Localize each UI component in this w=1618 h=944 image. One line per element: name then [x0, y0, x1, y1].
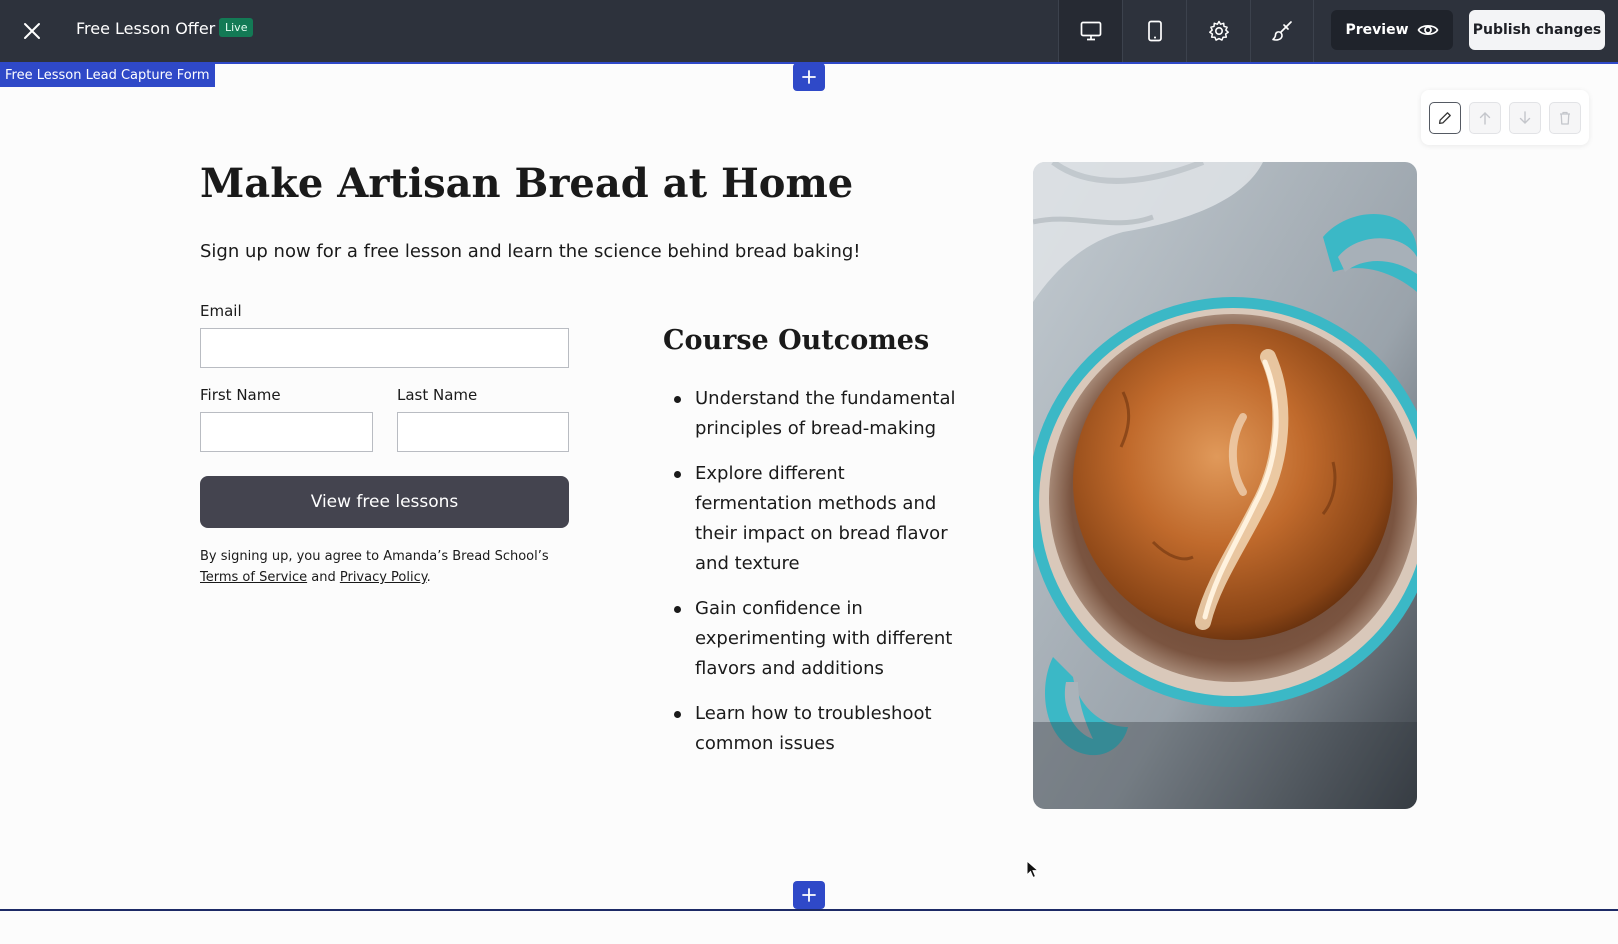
plus-icon [802, 888, 816, 902]
list-item: Gain confidence in experimenting with di… [663, 594, 963, 684]
trash-icon [1560, 111, 1570, 125]
course-outcomes-list: Understand the fundamental principles of… [663, 384, 963, 774]
gear-icon [1208, 20, 1229, 41]
last-name-label: Last Name [397, 386, 478, 404]
move-down-button[interactable] [1509, 102, 1541, 134]
editor-topbar: Free Lesson Offer Live Preview Publish c… [0, 0, 1618, 62]
add-section-below-button[interactable] [793, 881, 825, 909]
mouse-cursor-icon [1026, 860, 1040, 879]
mobile-icon [1147, 20, 1162, 42]
list-item: Explore different fermentation methods a… [663, 459, 963, 579]
desktop-view-button[interactable] [1058, 0, 1122, 62]
close-button[interactable] [18, 17, 46, 45]
arrow-up-icon [1479, 112, 1491, 125]
email-label: Email [200, 302, 242, 320]
edit-block-button[interactable] [1429, 102, 1461, 134]
arrow-down-icon [1519, 111, 1531, 124]
move-up-button[interactable] [1469, 102, 1501, 134]
legal-suffix: . [426, 570, 431, 585]
email-field-wrapper [200, 328, 569, 368]
legal-prefix: By signing up, you agree to Amanda’s Bre… [200, 549, 549, 564]
block-toolbar [1421, 90, 1589, 145]
delete-block-button[interactable] [1549, 102, 1581, 134]
first-name-field[interactable] [201, 413, 372, 451]
page-title: Free Lesson Offer [76, 19, 216, 38]
course-outcomes-title: Course Outcomes [663, 325, 930, 356]
last-name-field[interactable] [398, 413, 568, 451]
first-name-label: First Name [200, 386, 281, 404]
preview-button[interactable]: Preview [1331, 10, 1453, 50]
close-icon [24, 23, 40, 39]
page-headline: Make Artisan Bread at Home [200, 160, 854, 207]
preview-label: Preview [1345, 22, 1409, 38]
terms-link[interactable]: Terms of Service [200, 570, 307, 585]
last-name-field-wrapper [397, 412, 569, 452]
settings-button[interactable] [1186, 0, 1250, 62]
email-field[interactable] [201, 329, 568, 367]
first-name-field-wrapper [200, 412, 373, 452]
section-selection-bottom-border [0, 909, 1618, 911]
view-free-lessons-button[interactable]: View free lessons [200, 476, 569, 528]
bread-in-pot-illustration [1033, 162, 1417, 809]
section-label[interactable]: Free Lesson Lead Capture Form [0, 64, 215, 87]
desktop-icon [1080, 21, 1101, 41]
add-section-above-button[interactable] [793, 63, 825, 91]
mobile-view-button[interactable] [1122, 0, 1186, 62]
page-subheadline: Sign up now for a free lesson and learn … [200, 241, 861, 262]
list-item: Understand the fundamental principles of… [663, 384, 963, 444]
publish-changes-button[interactable]: Publish changes [1469, 10, 1605, 50]
list-item: Learn how to troubleshoot common issues [663, 699, 963, 759]
style-button[interactable] [1250, 0, 1314, 62]
bread-photo [1033, 162, 1417, 809]
eye-icon [1417, 25, 1438, 35]
pencil-icon [1438, 112, 1451, 125]
status-badge: Live [219, 18, 254, 37]
privacy-link[interactable]: Privacy Policy [340, 570, 427, 585]
plus-icon [802, 70, 816, 84]
paintbrush-icon [1272, 21, 1292, 41]
legal-disclaimer: By signing up, you agree to Amanda’s Bre… [200, 546, 575, 588]
legal-and: and [307, 570, 340, 585]
